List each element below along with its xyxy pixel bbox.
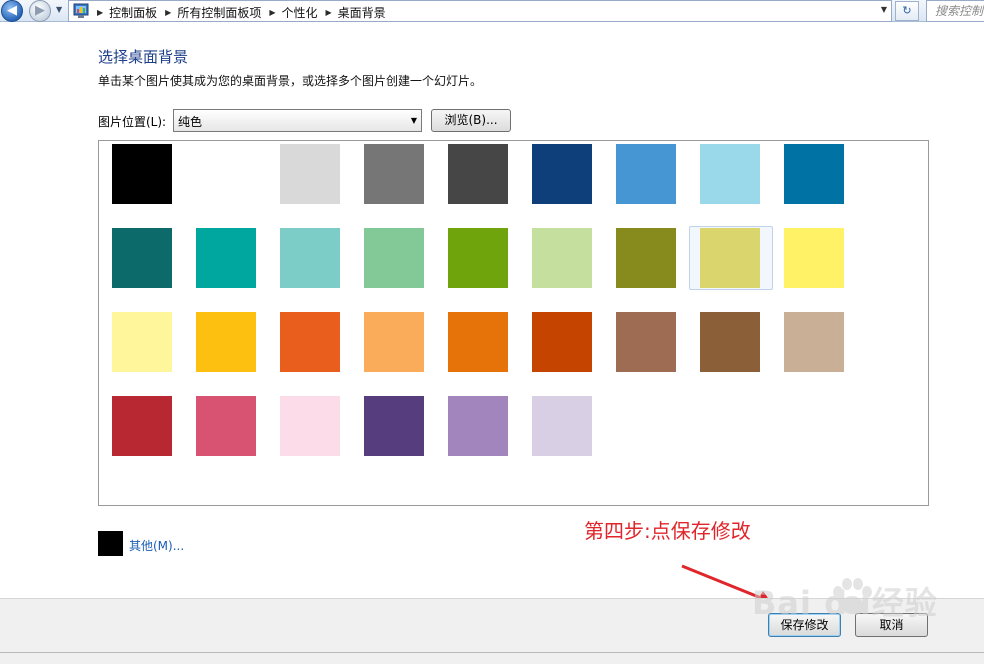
picture-location-label: 图片位置(L): (98, 115, 167, 129)
color-swatch[interactable] (364, 144, 424, 204)
footer-divider (0, 652, 984, 653)
color-gallery (98, 140, 929, 506)
color-swatch[interactable] (700, 312, 760, 372)
search-input[interactable]: 搜索控制 (926, 0, 984, 22)
color-swatch[interactable] (784, 228, 844, 288)
color-swatch[interactable] (700, 228, 760, 288)
color-swatch[interactable] (532, 396, 592, 456)
breadcrumb-separator-icon[interactable]: ▶ (165, 8, 171, 17)
other-color-link[interactable]: 其他(M)... (129, 537, 184, 554)
breadcrumb: ▶ 控制面板 ▶ 所有控制面板项 ▶ 个性化 ▶ 桌面背景 (95, 4, 392, 20)
color-swatch[interactable] (112, 312, 172, 372)
color-swatch[interactable] (112, 144, 172, 204)
color-swatch[interactable] (784, 312, 844, 372)
color-swatch[interactable] (196, 396, 256, 456)
breadcrumb-all-items[interactable]: 所有控制面板项 (177, 4, 261, 21)
back-button[interactable]: ◀ (1, 0, 23, 22)
picture-location-value: 纯色 (178, 115, 203, 129)
color-swatch[interactable] (784, 144, 844, 204)
color-swatch[interactable] (280, 228, 340, 288)
color-swatch[interactable] (364, 312, 424, 372)
back-arrow-icon: ◀ (7, 3, 17, 18)
color-swatch[interactable] (196, 312, 256, 372)
color-swatch[interactable] (280, 396, 340, 456)
color-swatch[interactable] (448, 228, 508, 288)
color-swatch[interactable] (196, 228, 256, 288)
color-swatch[interactable] (616, 228, 676, 288)
color-swatch[interactable] (616, 312, 676, 372)
browse-button[interactable]: 浏览(B)... (431, 109, 511, 132)
color-swatch[interactable] (532, 312, 592, 372)
breadcrumb-desktop-background[interactable]: 桌面背景 (338, 4, 386, 21)
color-swatch[interactable] (532, 144, 592, 204)
cancel-button[interactable]: 取消 (855, 613, 928, 637)
address-history-chevron-icon[interactable]: ▼ (881, 5, 887, 14)
refresh-button[interactable]: ↻ (895, 1, 919, 21)
color-swatch[interactable] (616, 144, 676, 204)
save-changes-button[interactable]: 保存修改 (768, 613, 841, 637)
color-swatch[interactable] (280, 144, 340, 204)
step-annotation: 第四步:点保存修改 (584, 519, 751, 543)
control-panel-icon (73, 3, 89, 18)
picture-location-select[interactable]: 纯色 ▼ (173, 109, 422, 132)
refresh-icon: ↻ (902, 4, 912, 17)
page-title: 选择桌面背景 (98, 48, 189, 66)
color-swatch[interactable] (112, 396, 172, 456)
chevron-down-icon: ▼ (410, 116, 417, 125)
page-subtitle: 单击某个图片使其成为您的桌面背景，或选择多个图片创建一个幻灯片。 (98, 74, 483, 88)
breadcrumb-personalization[interactable]: 个性化 (282, 4, 318, 21)
color-swatch[interactable] (112, 228, 172, 288)
address-toolbar: ◀ ▶ ▼ ▶ 控制面板 ▶ 所有控制面板项 ▶ 个性化 ▶ 桌面背景 ▼ ↻ … (0, 0, 984, 22)
breadcrumb-control-panel[interactable]: 控制面板 (109, 4, 157, 21)
breadcrumb-separator-icon[interactable]: ▶ (269, 8, 275, 17)
color-swatch[interactable] (448, 396, 508, 456)
forward-arrow-icon: ▶ (35, 3, 45, 18)
color-swatch[interactable] (448, 144, 508, 204)
breadcrumb-separator-icon[interactable]: ▶ (326, 8, 332, 17)
color-swatch[interactable] (448, 312, 508, 372)
color-swatch[interactable] (532, 228, 592, 288)
color-swatch[interactable] (364, 228, 424, 288)
color-swatch[interactable] (700, 144, 760, 204)
color-swatch[interactable] (196, 144, 256, 204)
address-bar[interactable]: ▶ 控制面板 ▶ 所有控制面板项 ▶ 个性化 ▶ 桌面背景 ▼ (68, 0, 892, 22)
forward-button[interactable]: ▶ (29, 0, 51, 22)
other-color-swatch[interactable] (98, 531, 123, 556)
color-swatch[interactable] (364, 396, 424, 456)
color-swatch[interactable] (280, 312, 340, 372)
breadcrumb-separator-icon[interactable]: ▶ (97, 8, 103, 17)
recent-pages-chevron-icon[interactable]: ▼ (56, 5, 62, 14)
